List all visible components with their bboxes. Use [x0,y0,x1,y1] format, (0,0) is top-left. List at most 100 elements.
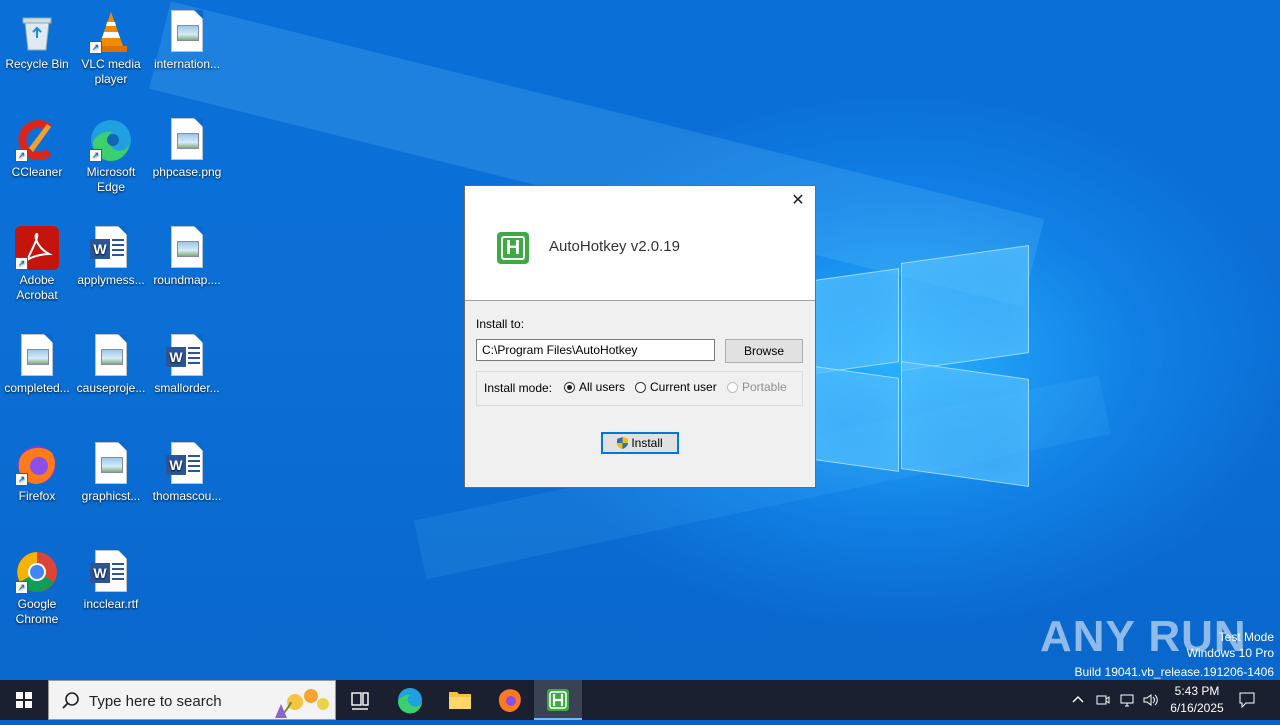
firefox-icon [498,689,521,712]
edge-icon [397,688,422,714]
clock-time: 5:43 PM [1174,684,1220,698]
radio-label: Portable [742,380,787,394]
autohotkey-icon [547,689,569,711]
autohotkey-installer-dialog: ✕ H AutoHotkey v2.0.19 Install to: Brows… [464,185,816,488]
ccleaner-icon: ↗ [15,118,59,162]
desktop-icon-causeproje[interactable]: causeproje... [74,328,148,396]
desktop-icon-label: Firefox [18,489,56,503]
radio-current-user[interactable]: Current user [635,380,717,394]
install-path-input[interactable] [476,339,715,361]
desktop-icon-ccleaner[interactable]: ↗ CCleaner [0,112,74,180]
install-button-label: Install [631,436,663,450]
tray-clock[interactable]: 5:43 PM 6/16/2025 [1168,684,1226,715]
shortcut-arrow-icon: ↗ [15,257,28,270]
desktop-icon-label: applymess... [77,273,145,287]
taskbar-autohotkey[interactable] [534,680,582,720]
desktop-icon-roundmap[interactable]: roundmap.... [150,220,224,288]
watermark-build: Build 19041.vb_release.191206-1406 [1074,665,1275,679]
desktop-icon-incclear[interactable]: W incclear.rtf [74,544,148,612]
desktop-icon-edge[interactable]: ↗ Microsoft Edge [74,112,148,195]
radio-label: All users [579,380,626,394]
image-file-icon [165,10,209,54]
taskbar-file-explorer[interactable] [436,680,484,720]
image-file-icon [165,118,209,162]
watermark-test-mode: Test Mode [1218,630,1274,644]
desktop-icon-label: CCleaner [11,165,63,179]
desktop-icon-label: Recycle Bin [5,57,69,71]
logo-letter: H [505,237,521,259]
image-file-icon [15,334,59,378]
desktop-icon-smallorder[interactable]: W smallorder... [150,328,224,396]
install-button[interactable]: Install [601,432,679,454]
firefox-icon: ↗ [15,442,59,486]
windows-logo-wallpaper [815,240,1030,487]
dialog-title: AutoHotkey v2.0.19 [549,238,680,255]
radio-portable: Portable [727,380,787,394]
shortcut-arrow-icon: ↗ [89,149,102,162]
desktop-icon-thomascou[interactable]: W thomascou... [150,436,224,504]
shortcut-arrow-icon: ↗ [15,581,28,594]
desktop-icon-label: thomascou... [152,489,222,503]
close-button[interactable]: ✕ [787,190,809,212]
desktop-icon-firefox[interactable]: ↗ Firefox [0,436,74,504]
radio-disabled-icon [727,382,738,393]
desktop-icon-recycle-bin[interactable]: Recycle Bin [0,4,74,72]
taskbar: Type here to search 5:43 PM 6/16/2025 [0,680,1280,720]
tray-network-icon[interactable] [1119,692,1135,711]
word-document-icon: W [89,550,133,594]
desktop-icon-phpcase[interactable]: phpcase.png [150,112,224,180]
radio-all-users[interactable]: All users [564,380,625,394]
search-placeholder: Type here to search [89,693,222,710]
desktop-icon-label: phpcase.png [152,165,222,179]
search-highlight-flowers-icon [275,689,329,719]
shortcut-arrow-icon: ↗ [15,473,28,486]
task-view-button[interactable] [336,680,384,720]
search-icon [62,692,79,709]
desktop-icon-google-chrome[interactable]: ↗ Google Chrome [0,544,74,627]
clock-date: 6/16/2025 [1170,701,1224,715]
desktop-icon-graphicst[interactable]: graphicst... [74,436,148,504]
desktop-icon-completed[interactable]: completed... [0,328,74,396]
radio-label: Current user [650,380,717,394]
image-file-icon [89,334,133,378]
desktop-icon-internation[interactable]: internation... [150,4,224,72]
action-center-notification-icon[interactable] [1238,691,1256,712]
radio-selected-icon [564,382,575,393]
taskbar-search-box[interactable]: Type here to search [48,680,336,720]
dialog-header: ✕ H AutoHotkey v2.0.19 [465,186,815,301]
desktop-icon-adobe-acrobat[interactable]: ↗ Adobe Acrobat [0,220,74,303]
tray-meet-now-icon[interactable] [1095,692,1111,711]
browse-button[interactable]: Browse [725,339,803,363]
desktop-icon-label: smallorder... [154,381,220,395]
task-view-icon [351,692,369,710]
desktop-icon-label: roundmap.... [153,273,221,287]
taskbar-firefox[interactable] [486,680,534,720]
uac-shield-icon [617,437,629,449]
desktop-icon-label: Adobe Acrobat [16,273,58,302]
watermark-edition: Windows 10 Pro [1186,646,1274,660]
word-document-icon: W [165,334,209,378]
tray-volume-icon[interactable] [1142,692,1160,711]
desktop-icon-label: completed... [4,381,70,395]
windows-start-icon [16,692,32,708]
shortcut-arrow-icon: ↗ [15,149,28,162]
desktop-icon-label: VLC media player [81,57,141,86]
folder-icon [449,692,471,709]
install-to-label: Install to: [476,317,525,331]
tray-chevron-up-icon[interactable] [1070,692,1086,711]
image-file-icon [89,442,133,486]
taskbar-edge[interactable] [386,680,434,720]
desktop-icon-applymess[interactable]: W applymess... [74,220,148,288]
start-button[interactable] [0,680,48,720]
word-document-icon: W [165,442,209,486]
desktop-icon-label: graphicst... [81,489,141,503]
desktop-icon-label: causeproje... [76,381,146,395]
desktop-icon-label: incclear.rtf [83,597,139,611]
desktop-icon-label: internation... [153,57,221,71]
recycle-bin-icon [15,10,59,54]
image-file-icon [165,226,209,270]
desktop-icon-vlc[interactable]: ↗ VLC media player [74,4,148,87]
chrome-icon: ↗ [15,550,59,594]
acrobat-icon: ↗ [15,226,59,270]
shortcut-arrow-icon: ↗ [89,41,102,54]
